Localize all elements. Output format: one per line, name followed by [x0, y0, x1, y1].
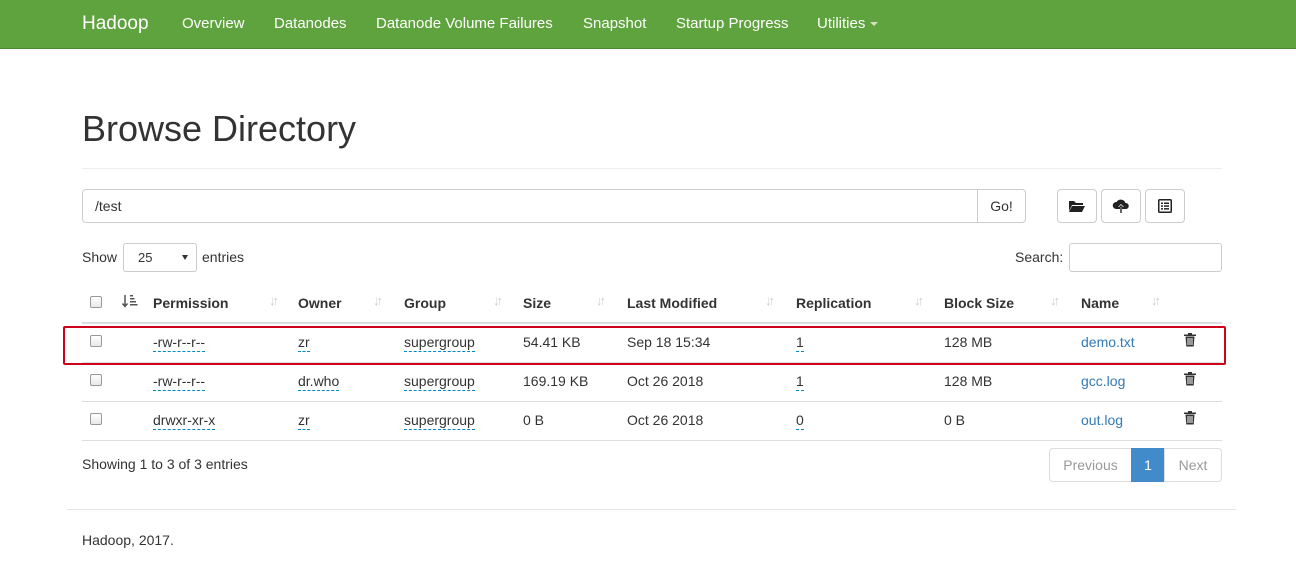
sort-icon[interactable]: ↓↑ [765, 293, 775, 308]
column-header-permission[interactable]: Permission [153, 295, 228, 311]
table-header-divider [82, 322, 1222, 324]
nav-datanode-volume-failures[interactable]: Datanode Volume Failures [376, 15, 553, 32]
sort-icon[interactable]: ↓↑ [373, 293, 383, 308]
caret-down-icon [870, 22, 879, 27]
folder-open-icon [1069, 201, 1085, 212]
modified-cell: Oct 26 2018 [627, 412, 704, 428]
footer-divider [67, 509, 1236, 510]
select-arrow-icon [182, 255, 188, 260]
page-title: Browse Directory [82, 108, 357, 149]
replication-cell[interactable]: 1 [796, 373, 804, 391]
permission-cell[interactable]: -rw-r--r-- [153, 373, 206, 391]
page-size-value: 25 [138, 250, 153, 265]
nav-startup-progress[interactable]: Startup Progress [676, 15, 789, 32]
cloud-upload-icon [1112, 199, 1129, 213]
row-checkbox[interactable] [90, 413, 102, 425]
block-size-cell: 0 B [944, 412, 966, 428]
create-directory-button[interactable] [1057, 189, 1097, 223]
directory-path-input[interactable] [82, 189, 978, 223]
nav-snapshot[interactable]: Snapshot [583, 15, 646, 32]
trash-icon[interactable] [1184, 372, 1196, 386]
group-cell[interactable]: supergroup [404, 373, 475, 391]
row-divider [82, 401, 1222, 402]
entries-label: entries [202, 249, 245, 265]
size-cell: 0 B [523, 412, 545, 428]
next-page-button[interactable]: Next [1164, 448, 1222, 482]
title-divider [82, 168, 1222, 169]
nav-overview[interactable]: Overview [182, 15, 245, 32]
group-cell[interactable]: supergroup [404, 412, 475, 430]
highlight-box [63, 326, 1226, 365]
go-button[interactable]: Go! [977, 189, 1026, 223]
column-header-group[interactable]: Group [404, 295, 446, 311]
block-size-cell: 128 MB [944, 373, 993, 389]
size-cell: 169.19 KB [523, 373, 589, 389]
sort-icon[interactable]: ↓↑ [596, 293, 606, 308]
table-info: Showing 1 to 3 of 3 entries [82, 456, 248, 472]
trash-icon[interactable] [1184, 411, 1196, 425]
search-input[interactable] [1069, 243, 1222, 272]
permission-cell[interactable]: drwxr-xr-x [153, 412, 216, 430]
top-navbar: Hadoop Overview Datanodes Datanode Volum… [0, 0, 1296, 49]
nav-utilities-dropdown[interactable]: Utilities [817, 15, 879, 32]
upload-files-button[interactable] [1101, 189, 1141, 223]
column-header-block-size[interactable]: Block Size [944, 295, 1014, 311]
nav-utilities-label: Utilities [817, 15, 866, 32]
show-label: Show [82, 249, 118, 265]
owner-cell[interactable]: zr [298, 412, 310, 430]
search-label: Search: [1015, 249, 1064, 265]
sort-amount-asc-icon[interactable] [122, 294, 138, 309]
page-size-select[interactable]: 25 [123, 243, 197, 272]
column-header-owner[interactable]: Owner [298, 295, 342, 311]
cut-paste-button[interactable] [1145, 189, 1185, 223]
column-header-name[interactable]: Name [1081, 295, 1119, 311]
row-divider [82, 440, 1222, 441]
select-all-checkbox[interactable] [90, 296, 102, 308]
owner-cell[interactable]: dr.who [298, 373, 340, 391]
column-header-size[interactable]: Size [523, 295, 551, 311]
sort-icon[interactable]: ↓↑ [269, 293, 279, 308]
file-name-link[interactable]: gcc.log [1081, 373, 1125, 389]
replication-cell[interactable]: 0 [796, 412, 804, 430]
file-name-link[interactable]: out.log [1081, 412, 1123, 428]
brand-link[interactable]: Hadoop [82, 13, 149, 35]
footer-text: Hadoop, 2017. [82, 532, 174, 548]
column-header-replication[interactable]: Replication [796, 295, 871, 311]
sort-icon[interactable]: ↓↑ [1151, 293, 1161, 308]
page-1-button[interactable]: 1 [1131, 448, 1165, 482]
sort-icon[interactable]: ↓↑ [914, 293, 924, 308]
nav-datanodes[interactable]: Datanodes [274, 15, 347, 32]
sort-icon[interactable]: ↓↑ [1050, 293, 1060, 308]
previous-page-button[interactable]: Previous [1049, 448, 1132, 482]
column-header-last-modified[interactable]: Last Modified [627, 295, 717, 311]
list-alt-icon [1158, 199, 1172, 213]
modified-cell: Oct 26 2018 [627, 373, 704, 389]
row-checkbox[interactable] [90, 374, 102, 386]
sort-icon[interactable]: ↓↑ [493, 293, 503, 308]
